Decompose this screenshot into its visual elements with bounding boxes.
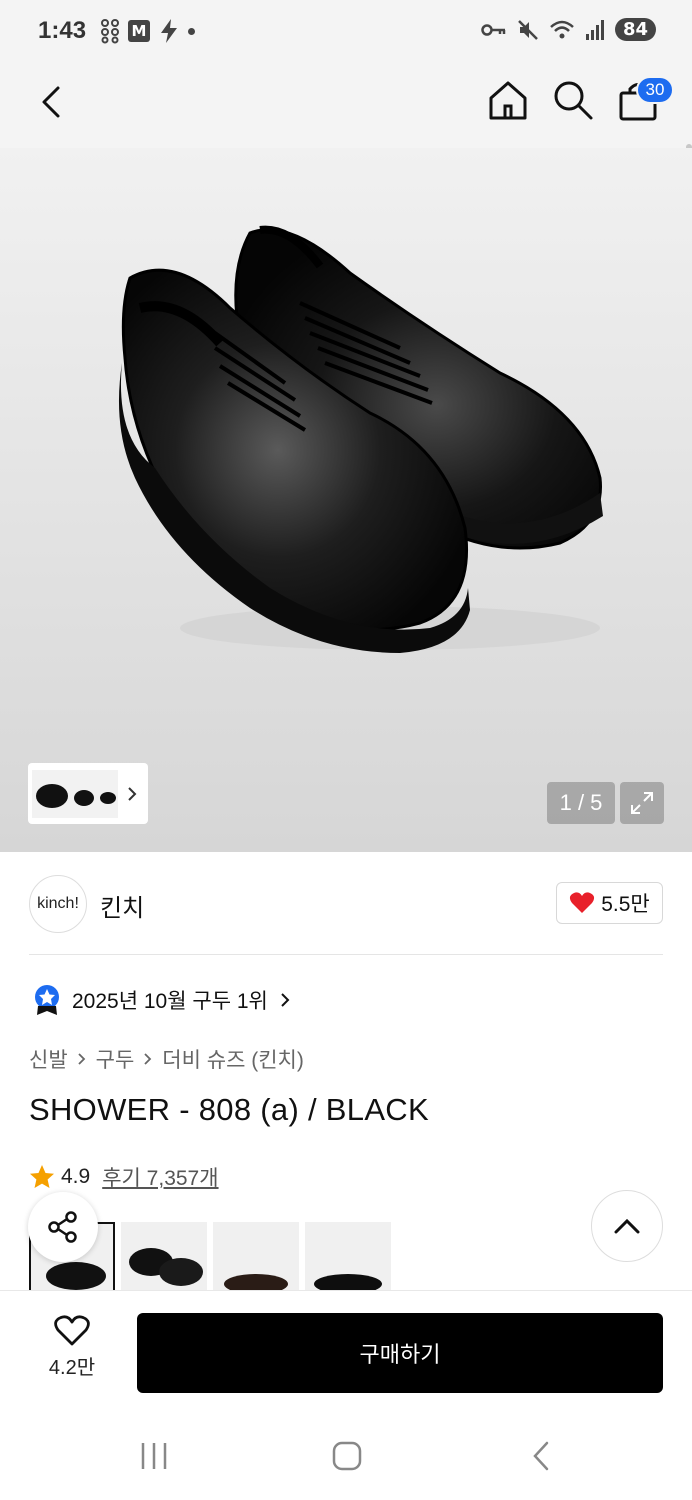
ranking-link[interactable]: 2025년 10월 구두 1위: [32, 984, 292, 1016]
star-icon: [30, 1165, 54, 1188]
mail-icon: M: [128, 20, 150, 42]
gallery-thumbnail-strip[interactable]: [28, 763, 148, 824]
brand-like-count: 5.5만: [601, 893, 650, 916]
status-time: 1:43: [38, 17, 87, 44]
status-icons-right: 84: [481, 18, 656, 41]
share-icon: [48, 1211, 77, 1243]
breadcrumb-item[interactable]: 더비 슈즈 (킨치): [162, 1044, 304, 1074]
chevron-right-icon: [78, 1053, 85, 1065]
search-icon[interactable]: [551, 78, 595, 122]
cart-count-badge: 30: [636, 76, 674, 104]
chevron-up-icon: [614, 1218, 640, 1234]
variant-thumbnail[interactable]: [213, 1222, 299, 1292]
brand-name[interactable]: 킨치: [100, 888, 144, 923]
image-counter: 1 / 5: [547, 782, 615, 824]
vpn-key-icon: [481, 23, 506, 36]
heart-outline-icon: [54, 1315, 90, 1346]
wishlist-count: 4.2만: [48, 1357, 96, 1379]
heart-filled-icon: [570, 892, 595, 913]
recent-apps-icon[interactable]: [138, 1440, 170, 1472]
buy-button[interactable]: 구매하기: [137, 1313, 663, 1393]
system-back-icon[interactable]: [528, 1440, 556, 1472]
expand-icon: [631, 792, 653, 814]
wishlist-button[interactable]: 4.2만: [38, 1315, 106, 1380]
scroll-to-top-button[interactable]: [591, 1190, 663, 1262]
back-icon[interactable]: [30, 80, 74, 124]
system-navigation-bar: [0, 1410, 692, 1500]
review-count-link[interactable]: 후기 7,357개: [102, 1162, 218, 1192]
home-icon[interactable]: [486, 78, 530, 122]
product-title: SHOWER - 808 (a) / BLACK: [29, 1092, 429, 1127]
status-bar: 1:43 M 84: [0, 0, 692, 64]
mute-icon: [518, 19, 538, 40]
chevron-right-icon: [281, 993, 290, 1007]
divider: [29, 954, 663, 955]
notification-dot-icon: [188, 27, 195, 35]
battery-indicator: 84: [614, 18, 656, 41]
gallery-thumbnail-image: [32, 769, 118, 818]
brand-logo[interactable]: kinch!: [29, 875, 87, 933]
rating-value: 4.9: [61, 1165, 91, 1188]
bottom-action-bar: 4.2만 구매하기: [0, 1290, 692, 1410]
home-button-icon[interactable]: [331, 1440, 363, 1472]
rating-row: 4.9 후기 7,357개: [29, 1162, 219, 1192]
chevron-right-icon: [144, 1053, 152, 1065]
status-icons-left: M: [100, 18, 195, 44]
variant-thumbnail[interactable]: [121, 1222, 207, 1292]
brand-row: kinch! 킨치 5.5만: [0, 852, 692, 954]
ranking-badge-icon: [35, 985, 59, 1015]
breadcrumb: 신발 구두 더비 슈즈 (킨치): [29, 1044, 304, 1074]
product-image-carousel[interactable]: 1 / 5: [0, 148, 692, 852]
product-image-shoes: [118, 225, 603, 653]
network-grid-icon: [101, 19, 119, 44]
chevron-right-icon: [128, 786, 137, 801]
brand-like-button[interactable]: 5.5만: [556, 882, 663, 924]
wifi-icon: [550, 20, 574, 38]
breadcrumb-item[interactable]: 구두: [96, 1044, 135, 1074]
breadcrumb-item[interactable]: 신발: [29, 1044, 68, 1074]
variant-thumbnail[interactable]: [305, 1222, 391, 1292]
top-nav: 30: [0, 64, 692, 218]
share-button[interactable]: [28, 1192, 98, 1262]
ranking-text: 2025년 10월 구두 1위: [72, 990, 268, 1013]
signal-icon: [585, 19, 604, 40]
lightning-icon: [161, 19, 177, 43]
expand-button[interactable]: [620, 782, 664, 824]
